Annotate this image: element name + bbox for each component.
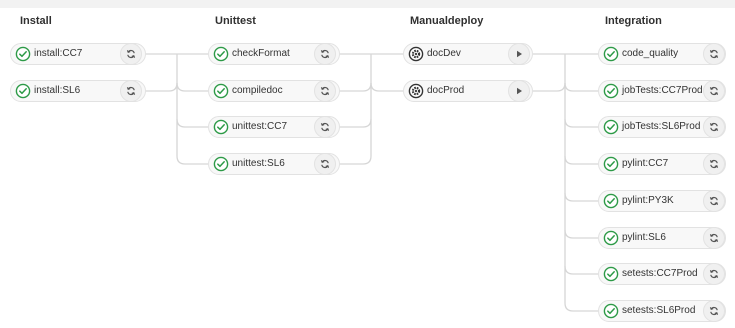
job-label: pylint:PY3K [622, 195, 674, 206]
manual-gear-icon [408, 46, 424, 62]
stage-title-integration: Integration [605, 15, 662, 27]
retry-button[interactable] [703, 227, 725, 249]
success-status-icon [603, 230, 619, 246]
manual-gear-icon [408, 83, 424, 99]
job-label: code_quality [622, 48, 679, 59]
success-status-icon [213, 46, 229, 62]
retry-icon [709, 49, 719, 59]
retry-button[interactable] [120, 80, 142, 102]
connector-line [564, 302, 598, 312]
retry-button[interactable] [703, 43, 725, 65]
retry-button[interactable] [703, 300, 725, 322]
connector-line [146, 82, 178, 92]
connector-line [340, 118, 372, 128]
success-status-icon [603, 119, 619, 135]
success-status-icon [603, 83, 619, 99]
retry-icon [320, 49, 330, 59]
stage-title-install: Install [20, 15, 52, 27]
success-status-icon [603, 156, 619, 172]
job-label: unittest:CC7 [232, 121, 288, 132]
connector-line [564, 192, 598, 202]
success-status-icon [603, 266, 619, 282]
retry-button[interactable] [703, 153, 725, 175]
retry-icon [320, 122, 330, 132]
connector-line [564, 265, 598, 275]
connector-line [176, 82, 208, 92]
retry-button[interactable] [120, 43, 142, 65]
success-status-icon [603, 193, 619, 209]
retry-icon [709, 233, 719, 243]
retry-icon [709, 196, 719, 206]
retry-icon [126, 49, 136, 59]
retry-button[interactable] [703, 80, 725, 102]
retry-icon [709, 122, 719, 132]
job-label: jobTests:CC7Prod [622, 85, 703, 96]
success-status-icon [213, 83, 229, 99]
job-label: docDev [427, 48, 461, 59]
retry-icon [709, 86, 719, 96]
job-label: install:SL6 [34, 85, 81, 96]
retry-button[interactable] [703, 263, 725, 285]
connector-line [564, 118, 598, 128]
retry-button[interactable] [314, 43, 336, 65]
connector-line [533, 82, 566, 92]
connector-line [176, 155, 208, 165]
retry-button[interactable] [314, 153, 336, 175]
success-status-icon [15, 46, 31, 62]
retry-icon [320, 86, 330, 96]
job-label: pylint:CC7 [622, 158, 669, 169]
retry-icon [126, 86, 136, 96]
connector-line [564, 82, 598, 92]
connector-line [340, 155, 372, 165]
success-status-icon [213, 119, 229, 135]
success-status-icon [15, 83, 31, 99]
success-status-icon [603, 46, 619, 62]
job-label: docProd [427, 85, 465, 96]
play-icon [517, 87, 522, 95]
connector-line [370, 82, 403, 92]
play-button[interactable] [508, 80, 530, 102]
stage-title-unittest: Unittest [215, 15, 256, 27]
success-status-icon [213, 156, 229, 172]
retry-button[interactable] [314, 116, 336, 138]
job-label: install:CC7 [34, 48, 83, 59]
success-status-icon [603, 303, 619, 319]
retry-icon [709, 269, 719, 279]
play-button[interactable] [508, 43, 530, 65]
job-label: checkFormat [232, 48, 290, 59]
connector-line [340, 82, 372, 92]
retry-button[interactable] [703, 116, 725, 138]
stage-title-manualdeploy: Manualdeploy [410, 15, 484, 27]
retry-icon [709, 306, 719, 316]
play-icon [517, 50, 522, 58]
retry-button[interactable] [314, 80, 336, 102]
connector-line [564, 155, 598, 165]
job-label: jobTests:SL6Prod [622, 121, 701, 132]
connector-line [176, 118, 208, 128]
connector-line [564, 229, 598, 239]
job-label: unittest:SL6 [232, 158, 285, 169]
job-label: setests:CC7Prod [622, 268, 698, 279]
retry-icon [709, 159, 719, 169]
job-label: setests:SL6Prod [622, 305, 696, 316]
job-label: pylint:SL6 [622, 232, 666, 243]
job-label: compiledoc [232, 85, 283, 96]
retry-icon [320, 159, 330, 169]
retry-button[interactable] [703, 190, 725, 212]
